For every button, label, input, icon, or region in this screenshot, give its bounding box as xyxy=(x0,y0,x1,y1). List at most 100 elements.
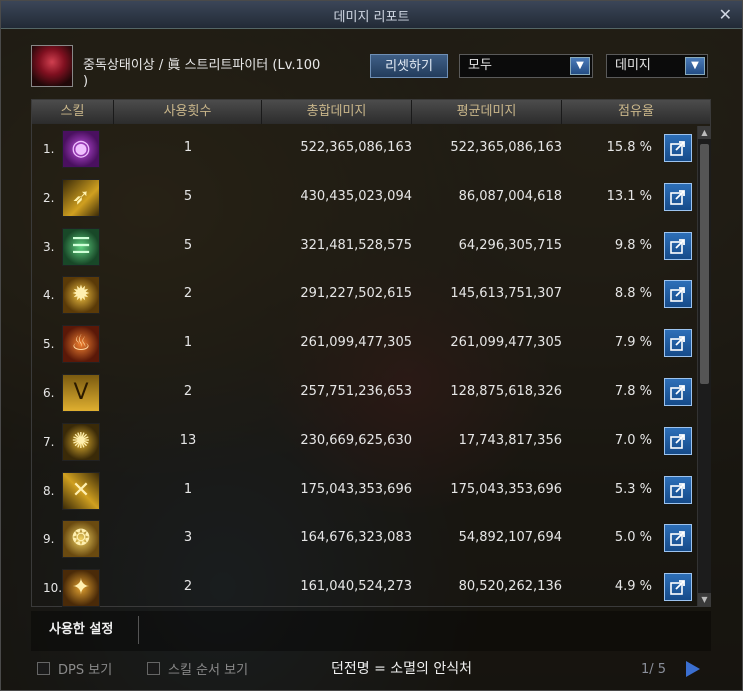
row-share: 8.8 % xyxy=(614,286,652,302)
row-uses: 5 xyxy=(183,237,193,253)
row-total-damage: 261,099,477,305 xyxy=(300,335,412,351)
window-title: 데미지 리포트 xyxy=(333,10,410,25)
row-uses: 3 xyxy=(183,530,193,546)
row-rank: 7. xyxy=(43,434,55,449)
skill-icon-green-totem: ☰ xyxy=(62,227,100,266)
row-rank: 5. xyxy=(43,337,55,352)
table-row[interactable]: 2. ➶ 5 430,435,023,094 86,087,004,618 13.1 % xyxy=(32,175,697,224)
row-uses: 13 xyxy=(179,432,197,448)
table-header: 스킬 사용횟수 총합데미지 평균데미지 점유율 xyxy=(32,100,710,124)
export-icon[interactable] xyxy=(664,182,692,211)
row-uses: 1 xyxy=(183,335,193,351)
export-icon[interactable] xyxy=(664,280,692,309)
close-icon[interactable]: ✕ xyxy=(719,5,732,24)
row-share: 5.0 % xyxy=(614,530,652,546)
row-share: 7.9 % xyxy=(614,335,652,351)
dps-view-label: DPS 보기 xyxy=(58,662,113,678)
scroll-down-icon[interactable]: ▼ xyxy=(698,593,711,606)
row-avg-damage: 175,043,353,696 xyxy=(450,481,562,497)
skill-order-label: 스킬 순서 보기 xyxy=(168,662,249,678)
row-avg-damage: 128,875,618,326 xyxy=(450,383,562,399)
row-share: 15.8 % xyxy=(606,140,652,155)
export-icon[interactable] xyxy=(664,475,692,504)
export-icon[interactable] xyxy=(664,134,692,162)
scrollbar[interactable]: ▲ ▼ xyxy=(697,126,711,606)
chevron-down-icon[interactable]: ▼ xyxy=(685,57,705,75)
header-avg-damage: 평균데미지 xyxy=(412,100,562,124)
reset-button[interactable]: 리셋하기 xyxy=(370,54,448,78)
row-avg-damage: 86,087,004,618 xyxy=(458,188,562,204)
scroll-up-icon[interactable]: ▲ xyxy=(698,126,711,139)
row-uses: 5 xyxy=(183,188,193,204)
export-icon[interactable] xyxy=(664,426,692,455)
row-rank: 10. xyxy=(43,581,63,596)
skill-icon-gold-claw: ✕ xyxy=(62,471,100,510)
row-total-damage: 230,669,625,630 xyxy=(300,432,412,448)
table-row[interactable]: 3. ☰ 5 321,481,528,575 64,296,305,715 9.8 % xyxy=(32,224,697,273)
header-skill: 스킬 xyxy=(32,100,114,124)
header-share: 점유율 xyxy=(562,100,710,124)
row-total-damage: 257,751,236,653 xyxy=(300,383,412,399)
table-row[interactable]: 10. ✦ 2 161,040,524,273 80,520,262,136 4.9 % xyxy=(32,565,697,614)
row-total-damage: 522,365,086,163 xyxy=(300,140,412,155)
export-icon[interactable] xyxy=(664,377,692,406)
export-icon[interactable] xyxy=(664,524,692,553)
row-rank: 4. xyxy=(43,288,55,303)
row-avg-damage: 261,099,477,305 xyxy=(450,335,562,351)
filter-select-value: 모두 xyxy=(468,58,492,73)
row-uses: 2 xyxy=(183,286,193,302)
scroll-thumb[interactable] xyxy=(700,144,709,384)
export-icon[interactable] xyxy=(664,329,692,358)
checkbox-box[interactable] xyxy=(147,661,160,675)
table-row[interactable]: 8. ✕ 1 175,043,353,696 175,043,353,696 5.3 % xyxy=(32,468,697,517)
row-rank: 2. xyxy=(43,190,55,205)
row-share: 5.3 % xyxy=(614,481,652,497)
table-row[interactable]: 7. ✺ 13 230,669,625,630 17,743,817,356 7.0 % xyxy=(32,419,697,468)
next-page-icon[interactable] xyxy=(686,661,700,677)
dungeon-name: 던전명 = 소멸의 안식처 xyxy=(331,661,473,677)
skill-icon-purple-orb: ◉ xyxy=(62,130,100,168)
row-total-damage: 291,227,502,615 xyxy=(300,286,412,302)
checkbox-box[interactable] xyxy=(37,661,50,675)
skill-icon-fire-dragon: ♨ xyxy=(62,325,100,364)
row-total-damage: 175,043,353,696 xyxy=(300,481,412,497)
export-icon[interactable] xyxy=(664,231,692,260)
damage-table: 스킬 사용횟수 총합데미지 평균데미지 점유율 1. ◉ 1 522,365,086,… xyxy=(31,99,711,608)
table-row[interactable]: 4. ✹ 2 291,227,502,615 145,613,751,307 8.8 % xyxy=(32,272,697,321)
type-select[interactable]: 데미지 ▼ xyxy=(606,54,708,78)
row-avg-damage: 17,743,817,356 xyxy=(458,432,562,448)
row-total-damage: 164,676,323,083 xyxy=(300,530,412,546)
table-row[interactable]: 9. ❂ 3 164,676,323,083 54,892,107,694 5.0 % xyxy=(32,516,697,565)
row-share: 13.1 % xyxy=(606,188,652,204)
row-avg-damage: 54,892,107,694 xyxy=(458,530,562,546)
row-avg-damage: 522,365,086,163 xyxy=(450,140,562,155)
export-icon[interactable] xyxy=(664,573,692,602)
row-share: 9.8 % xyxy=(614,237,652,253)
row-uses: 2 xyxy=(183,579,193,595)
character-info-cont: ) xyxy=(83,74,89,89)
row-avg-damage: 80,520,262,136 xyxy=(458,579,562,595)
table-row[interactable]: 6. V 2 257,751,236,653 128,875,618,326 7.8 % xyxy=(32,370,697,419)
filter-select[interactable]: 모두 ▼ xyxy=(459,54,593,78)
row-share: 4.9 % xyxy=(614,579,652,595)
page-indicator: 1/ 5 xyxy=(641,662,667,677)
damage-report-window: 데미지 리포트 ✕ 중독상태이상 / 眞 스트리트파이터 (Lv.100 ) 리… xyxy=(0,0,743,691)
header-uses: 사용횟수 xyxy=(114,100,262,124)
chevron-down-icon[interactable]: ▼ xyxy=(570,57,590,75)
row-share: 7.0 % xyxy=(614,432,652,448)
table-row[interactable]: 1. ◉ 1 522,365,086,163 522,365,086,163 15.8 % xyxy=(32,126,697,175)
dps-view-checkbox[interactable]: DPS 보기 xyxy=(37,660,113,678)
skill-order-checkbox[interactable]: 스킬 순서 보기 xyxy=(147,660,249,678)
header-total-damage: 총합데미지 xyxy=(262,100,412,124)
title-bar[interactable]: 데미지 리포트 ✕ xyxy=(1,1,742,29)
character-info: 중독상태이상 / 眞 스트리트파이터 (Lv.100 xyxy=(83,58,321,73)
row-share: 7.8 % xyxy=(614,383,652,399)
type-select-value: 데미지 xyxy=(615,58,651,73)
table-row[interactable]: 5. ♨ 1 261,099,477,305 261,099,477,305 7.9 % xyxy=(32,321,697,370)
row-uses: 2 xyxy=(183,383,193,399)
row-rank: 1. xyxy=(43,142,55,156)
skill-icon-golden-v: V xyxy=(62,373,100,412)
row-avg-damage: 145,613,751,307 xyxy=(450,286,562,302)
used-settings-tab[interactable]: 사용한 설정 xyxy=(39,616,139,644)
skill-icon-gold-spiral: ❂ xyxy=(62,520,100,559)
